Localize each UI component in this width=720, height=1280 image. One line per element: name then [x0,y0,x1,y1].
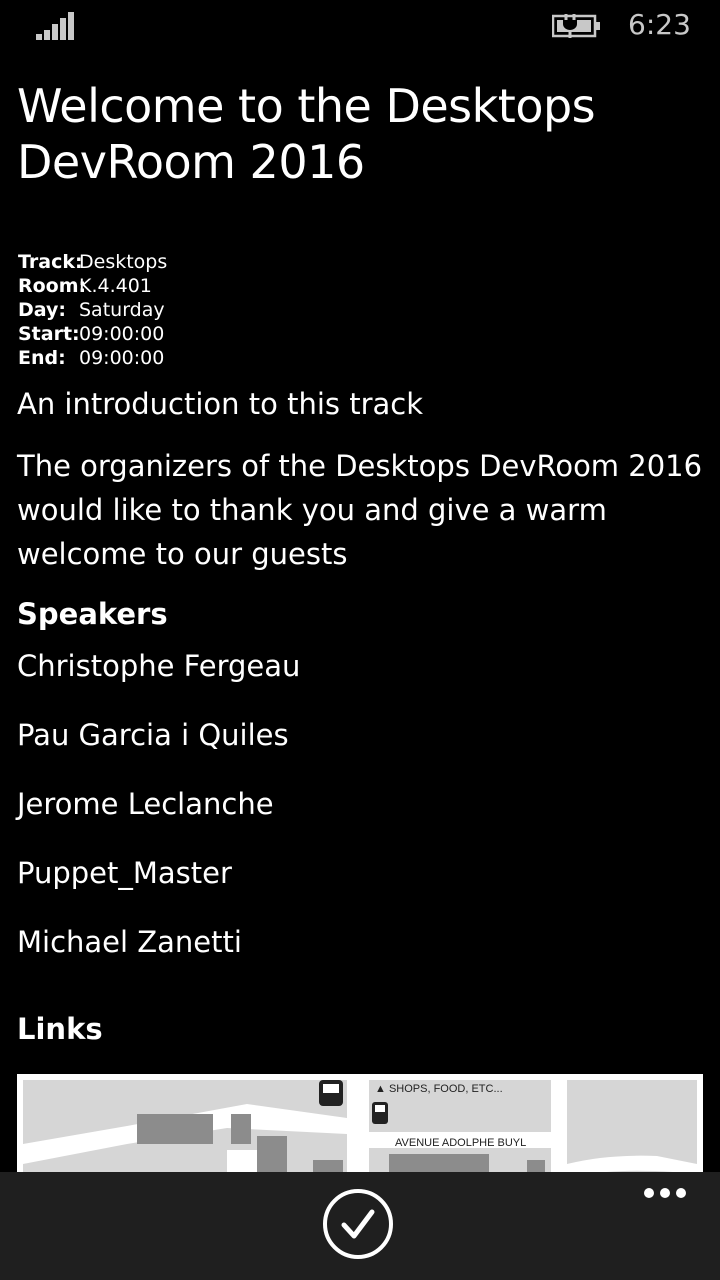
meta-key: Start: [18,323,80,345]
meta-row-start: Start: 09:00:00 [18,322,167,346]
meta-value: 09:00:00 [79,323,165,345]
page-title: Welcome to the Desktops DevRoom 2016 [17,79,596,189]
session-subtitle: An introduction to this track [17,387,424,421]
speakers-heading: Speakers [17,597,168,631]
check-icon [341,1209,375,1239]
meta-row-end: End: 09:00:00 [18,346,167,370]
map-label-street: AVENUE ADOLPHE BUYL [395,1137,526,1149]
links-heading: Links [17,1012,103,1046]
speaker-item[interactable]: Puppet_Master [17,853,232,893]
speaker-item[interactable]: Pau Garcia i Quiles [17,715,289,755]
session-description: The organizers of the Desktops DevRoom 2… [17,449,703,571]
meta-value: K.4.401 [79,275,152,297]
meta-value: Saturday [79,299,165,321]
speaker-item[interactable]: Michael Zanetti [17,922,242,962]
meta-value: 09:00:00 [79,347,165,369]
meta-row-day: Day: Saturday [18,298,167,322]
meta-value: Desktops [79,251,168,273]
meta-row-track: Track: Desktops [18,250,167,274]
session-details: Welcome to the Desktops DevRoom 2016 Tra… [0,0,720,1172]
meta-key: Track: [18,251,83,273]
map-label-shops: ▲ SHOPS, FOOD, ETC... [375,1083,503,1095]
map-link[interactable]: ▲ SHOPS, FOOD, ETC... AVENUE ADOLPHE BUY… [17,1074,703,1172]
meta-key: Room: [18,275,87,297]
map-image: ▲ SHOPS, FOOD, ETC... AVENUE ADOLPHE BUY… [17,1074,703,1172]
app-bar [0,1172,720,1280]
meta-row-room: Room: K.4.401 [18,274,167,298]
more-icon [644,1188,654,1198]
speaker-item[interactable]: Jerome Leclanche [17,784,274,824]
meta-key: Day: [18,299,66,321]
check-button[interactable] [323,1189,393,1259]
more-button[interactable] [640,1184,690,1204]
session-meta: Track: Desktops Room: K.4.401 Day: Satur… [18,250,167,370]
meta-key: End: [18,347,66,369]
speaker-item[interactable]: Christophe Fergeau [17,646,300,686]
